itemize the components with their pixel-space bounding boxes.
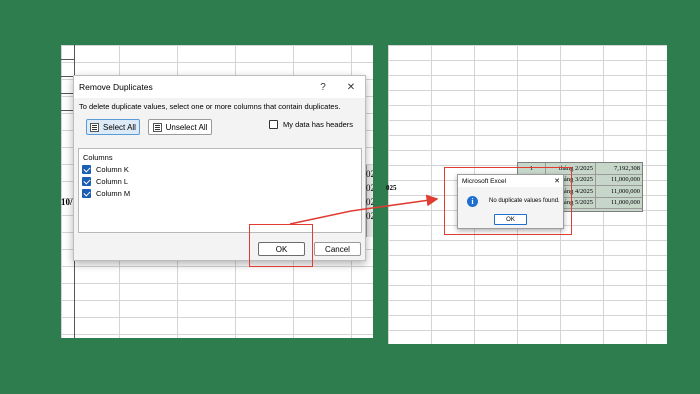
arrow-connector bbox=[289, 194, 439, 225]
